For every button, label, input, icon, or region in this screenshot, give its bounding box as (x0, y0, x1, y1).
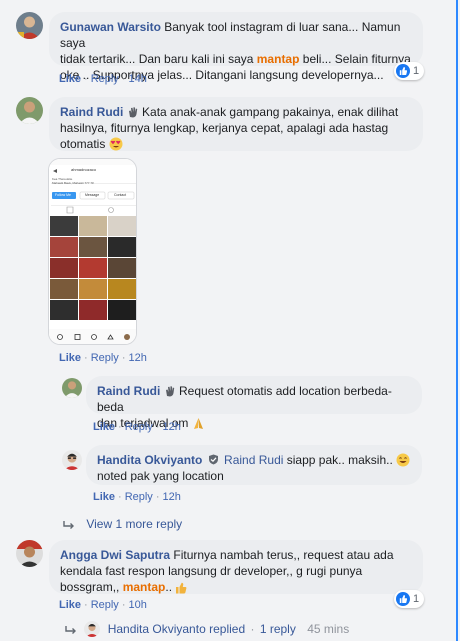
timestamp[interactable]: 12h (162, 421, 180, 433)
thumbs-up-emoji-icon (176, 582, 187, 594)
comment-text: beli... Selain fiturnya (299, 52, 411, 66)
comment-author[interactable]: Handita Okviyanto (97, 453, 202, 467)
comment-text: kendala fast respon langsung dr develope… (60, 564, 363, 578)
comment-text: noted pak yang location (97, 469, 224, 483)
replies-summary[interactable]: Handita Okviyanto replied · 1 reply 45 m… (65, 621, 349, 637)
profile-bio-2: Mahasiti Bauk, Mahasiti 777 7# (52, 181, 94, 185)
avatar[interactable] (16, 97, 43, 124)
profile-name: ahmadnozaco (71, 167, 97, 172)
comment-bubble: Handita Okviyanto Raind Rudi siapp pak..… (86, 445, 422, 485)
comment-bubble: Raind Rudi Kata anak-anak gampang pakain… (49, 97, 423, 151)
avatar[interactable] (16, 540, 43, 567)
like-button[interactable]: Like (59, 599, 81, 611)
timestamp[interactable]: 14h (128, 73, 146, 85)
comment-text: siapp pak.. maksih.. (286, 453, 393, 467)
comment-actions: Like · Reply · 10h (59, 599, 147, 611)
comment-actions: Like · Reply · 12h (59, 352, 147, 364)
comment-author[interactable]: Raind Rudi (60, 105, 123, 119)
grinning-emoji-icon (396, 453, 410, 467)
reply-button[interactable]: Reply (91, 73, 119, 85)
reply-button[interactable]: Reply (91, 352, 119, 364)
comment-bubble: Raind Rudi Request otomatis add location… (86, 376, 422, 430)
reaction-count[interactable]: 1 (394, 62, 425, 80)
heart-eyes-emoji-icon (109, 137, 123, 151)
comment-actions: Like · Reply · 14h (59, 73, 147, 85)
timestamp[interactable]: 12h (128, 352, 146, 364)
like-icon (396, 592, 410, 606)
comment-actions: Like · Reply · 12h (93, 421, 181, 433)
reply-button[interactable]: Reply (125, 491, 153, 503)
comment-author[interactable]: Gunawan Warsito (60, 20, 161, 34)
like-button[interactable]: Like (93, 491, 115, 503)
reply-button[interactable]: Reply (91, 599, 119, 611)
mention-link[interactable]: Raind Rudi (224, 453, 283, 467)
comment-author[interactable]: Raind Rudi (97, 384, 160, 398)
like-button[interactable]: Like (93, 421, 115, 433)
comment-text: hasilnya, fiturnya lengkap, kerjanya cep… (60, 121, 389, 135)
verified-shield-icon (208, 454, 218, 465)
comment-bubble: Angga Dwi Saputra Fiturnya nambah terus,… (49, 540, 423, 594)
comment-text: tidak tertarik... Dan baru kali ini saya (60, 52, 257, 66)
reply-arrow-icon (65, 626, 76, 634)
keyword-highlight: mantap (122, 580, 166, 594)
comment-bubble: Gunawan Warsito Banyak tool instagram di… (49, 12, 423, 82)
waving-hand-icon (165, 386, 174, 397)
comment-author[interactable]: Angga Dwi Saputra (60, 548, 170, 562)
profile-message-button: Message (85, 193, 100, 197)
attached-image[interactable]: ahmadnozaco Kea Thereuktie Mahasiti Bauk… (48, 158, 137, 345)
reply-count[interactable]: 1 reply (260, 622, 296, 636)
waving-hand-icon (128, 107, 137, 118)
like-button[interactable]: Like (59, 73, 81, 85)
like-icon (396, 64, 410, 78)
view-more-replies[interactable]: View 1 more reply (63, 517, 182, 531)
keyword-highlight: mantap (256, 52, 300, 66)
instagram-profile-screenshot (49, 159, 136, 344)
timestamp[interactable]: 12h (162, 491, 180, 503)
view-more-link[interactable]: View 1 more reply (86, 517, 182, 531)
reply-arrow-icon (63, 521, 74, 529)
avatar[interactable] (62, 378, 82, 398)
replied-author[interactable]: Handita Okviyanto (108, 622, 206, 636)
comment-text: .. (165, 580, 173, 594)
reply-button[interactable]: Reply (125, 421, 153, 433)
like-button[interactable]: Like (59, 352, 81, 364)
avatar[interactable] (62, 450, 82, 470)
profile-contact-button: Contact (114, 193, 127, 197)
timestamp[interactable]: 10h (128, 599, 146, 611)
avatar[interactable] (16, 12, 43, 39)
comment-text: otomatis (60, 137, 106, 151)
reaction-count[interactable]: 1 (394, 590, 425, 608)
comment-text: bossgram,, (60, 580, 123, 594)
comment-text: Kata anak-anak gampang pakainya, enak di… (142, 105, 399, 119)
avatar (84, 621, 101, 637)
timestamp: 45 mins (307, 622, 350, 636)
scroll-edge (456, 0, 458, 641)
profile-follow-button: Follow Me (55, 193, 71, 197)
comment-actions: Like · Reply · 12h (93, 491, 181, 503)
replied-word: replied (209, 622, 246, 636)
praying-hands-emoji-icon (193, 418, 203, 429)
comment-text: Fiturnya nambah terus,, request atau ada (173, 548, 394, 562)
